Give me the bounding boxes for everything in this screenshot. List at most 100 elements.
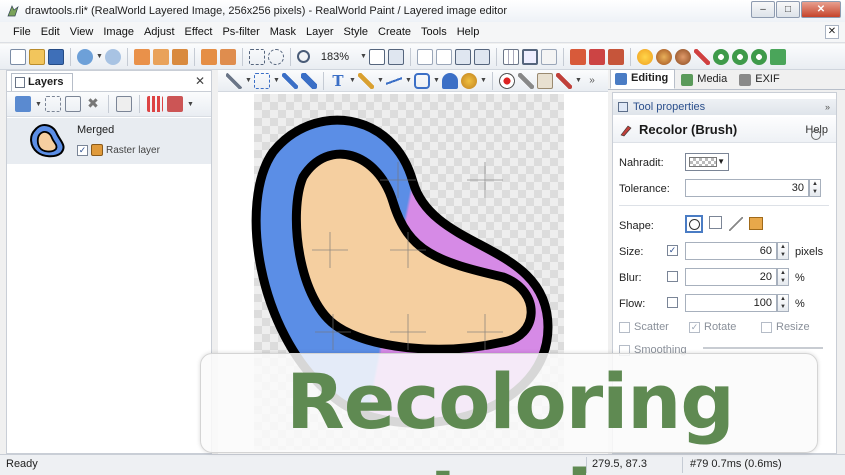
merge-icon[interactable] <box>116 96 132 112</box>
zoom-fit-icon[interactable] <box>388 48 404 65</box>
view-mode-1-icon[interactable] <box>417 48 433 65</box>
view-mode-2-icon[interactable] <box>436 48 452 65</box>
zoom-level[interactable]: 183% <box>313 51 357 63</box>
close-button[interactable]: ✕ <box>801 1 841 18</box>
dropdown-icon[interactable]: ▼ <box>405 77 412 84</box>
tolerance-stepper[interactable]: ▲ ▼ <box>809 179 821 197</box>
resize-checkbox[interactable] <box>761 321 772 333</box>
add-layer-dropdown-icon[interactable]: ▼ <box>35 101 42 108</box>
duplicate-layer-icon[interactable] <box>45 96 61 112</box>
dropdown-icon[interactable]: ▼ <box>349 77 356 84</box>
help-link[interactable]: Help <box>805 124 828 140</box>
scatter-option[interactable]: Scatter <box>619 321 669 333</box>
tab-media[interactable]: Media <box>677 71 733 89</box>
menu-adjust[interactable]: Adjust <box>139 26 180 38</box>
magic-wand-icon[interactable] <box>226 72 242 89</box>
copy-icon[interactable] <box>153 48 169 65</box>
add-layer-icon[interactable] <box>15 96 31 112</box>
save-icon[interactable] <box>48 48 64 65</box>
dropdown-icon[interactable]: ▼ <box>575 77 582 84</box>
layer-adjust-icon[interactable] <box>608 48 624 65</box>
selection-icon[interactable] <box>254 72 270 89</box>
gear-icon[interactable] <box>732 48 748 65</box>
brush-icon[interactable] <box>282 72 298 89</box>
flow-stepper[interactable]: ▲ ▼ <box>777 294 789 312</box>
blur-checkbox[interactable] <box>667 271 678 282</box>
more-tools-icon[interactable]: » <box>584 73 600 89</box>
zoom-actual-icon[interactable] <box>369 48 385 65</box>
background-icon[interactable] <box>541 48 557 65</box>
dropdown-icon[interactable]: ▼ <box>273 77 280 84</box>
resize-option[interactable]: Resize <box>761 321 810 333</box>
layer-effects-icon[interactable] <box>570 48 586 65</box>
paste-new-icon[interactable] <box>201 48 217 65</box>
layer-grid-icon[interactable] <box>147 96 163 112</box>
blur-input[interactable]: 20 <box>685 268 777 286</box>
menu-layer[interactable]: Layer <box>301 26 339 38</box>
tab-exif[interactable]: EXIF <box>735 71 785 89</box>
red-eye-icon[interactable] <box>499 72 515 89</box>
gradient-icon[interactable] <box>461 72 477 89</box>
document-close-button[interactable]: ✕ <box>825 25 839 39</box>
tool-properties-header[interactable]: Tool properties » <box>613 99 836 115</box>
maximize-button[interactable]: □ <box>776 1 800 18</box>
menu-effect[interactable]: Effect <box>180 26 218 38</box>
flow-input[interactable]: 100 <box>685 294 777 312</box>
magic-select-icon[interactable] <box>268 48 284 65</box>
menu-image[interactable]: Image <box>98 26 139 38</box>
menu-style[interactable]: Style <box>339 26 373 38</box>
undo-dropdown-icon[interactable]: ▼ <box>96 53 103 60</box>
light-icon[interactable] <box>637 48 653 65</box>
cut-icon[interactable] <box>134 48 150 65</box>
rotate-option[interactable]: ✓ Rotate <box>689 321 736 333</box>
recolor-icon[interactable] <box>556 72 572 89</box>
crop-icon[interactable] <box>220 48 236 65</box>
dropdown-icon[interactable]: ▼ <box>377 77 384 84</box>
collapse-icon[interactable]: » <box>825 99 830 115</box>
zoom-icon[interactable] <box>297 50 310 63</box>
square-shape-button[interactable] <box>709 216 722 229</box>
size-input[interactable]: 60 <box>685 242 777 260</box>
lasso-select-icon[interactable] <box>249 48 265 65</box>
undo-icon[interactable] <box>77 48 93 65</box>
paste-icon[interactable] <box>172 48 188 65</box>
custom-shape-icon[interactable] <box>729 217 743 231</box>
size-stepper[interactable]: ▲ ▼ <box>777 242 789 260</box>
polygon-icon[interactable] <box>414 72 430 89</box>
layers-close-icon[interactable]: ✕ <box>195 74 205 88</box>
layer-blend-icon[interactable] <box>167 96 183 112</box>
layer-visibility-checkbox[interactable]: ✓ <box>77 144 88 156</box>
fill-icon[interactable] <box>442 72 458 89</box>
flow-checkbox[interactable] <box>667 297 678 308</box>
blur-stepper[interactable]: ▲ ▼ <box>777 268 789 286</box>
replace-pattern-dropdown[interactable]: ▼ <box>685 153 729 171</box>
dropdown-icon[interactable]: ▼ <box>433 77 440 84</box>
canvas-frame-icon[interactable] <box>522 48 538 65</box>
layer-blend-dropdown-icon[interactable]: ▼ <box>187 101 194 108</box>
menu-view[interactable]: View <box>65 26 99 38</box>
delete-layer-icon[interactable]: ✖ <box>85 96 101 112</box>
menu-mask[interactable]: Mask <box>265 26 301 38</box>
view-mode-3-icon[interactable] <box>455 48 471 65</box>
orb-icon[interactable] <box>656 48 672 65</box>
menu-help[interactable]: Help <box>452 26 485 38</box>
rotate-checkbox[interactable]: ✓ <box>689 321 700 333</box>
menu-create[interactable]: Create <box>373 26 416 38</box>
layer-style-icon[interactable] <box>589 48 605 65</box>
layer-row[interactable]: Merged ✓ Raster layer <box>7 118 211 164</box>
eraser-icon[interactable] <box>537 72 553 89</box>
pencil-icon[interactable] <box>358 72 374 89</box>
size-checkbox[interactable]: ✓ <box>667 245 678 256</box>
menu-tools[interactable]: Tools <box>416 26 452 38</box>
dropdown-icon[interactable]: ▼ <box>480 77 487 84</box>
open-shape-icon[interactable] <box>749 217 763 230</box>
sphere-icon[interactable] <box>675 48 691 65</box>
gear-icon[interactable] <box>713 48 729 65</box>
move-layer-icon[interactable] <box>65 96 81 112</box>
gear-icon[interactable] <box>751 48 767 65</box>
text-tool-icon[interactable]: T <box>330 73 346 89</box>
dropdown-icon[interactable]: ▼ <box>245 77 252 84</box>
smoothing-slider[interactable] <box>703 347 823 349</box>
tolerance-input[interactable]: 30 <box>685 179 809 197</box>
minimize-button[interactable]: – <box>751 1 775 18</box>
